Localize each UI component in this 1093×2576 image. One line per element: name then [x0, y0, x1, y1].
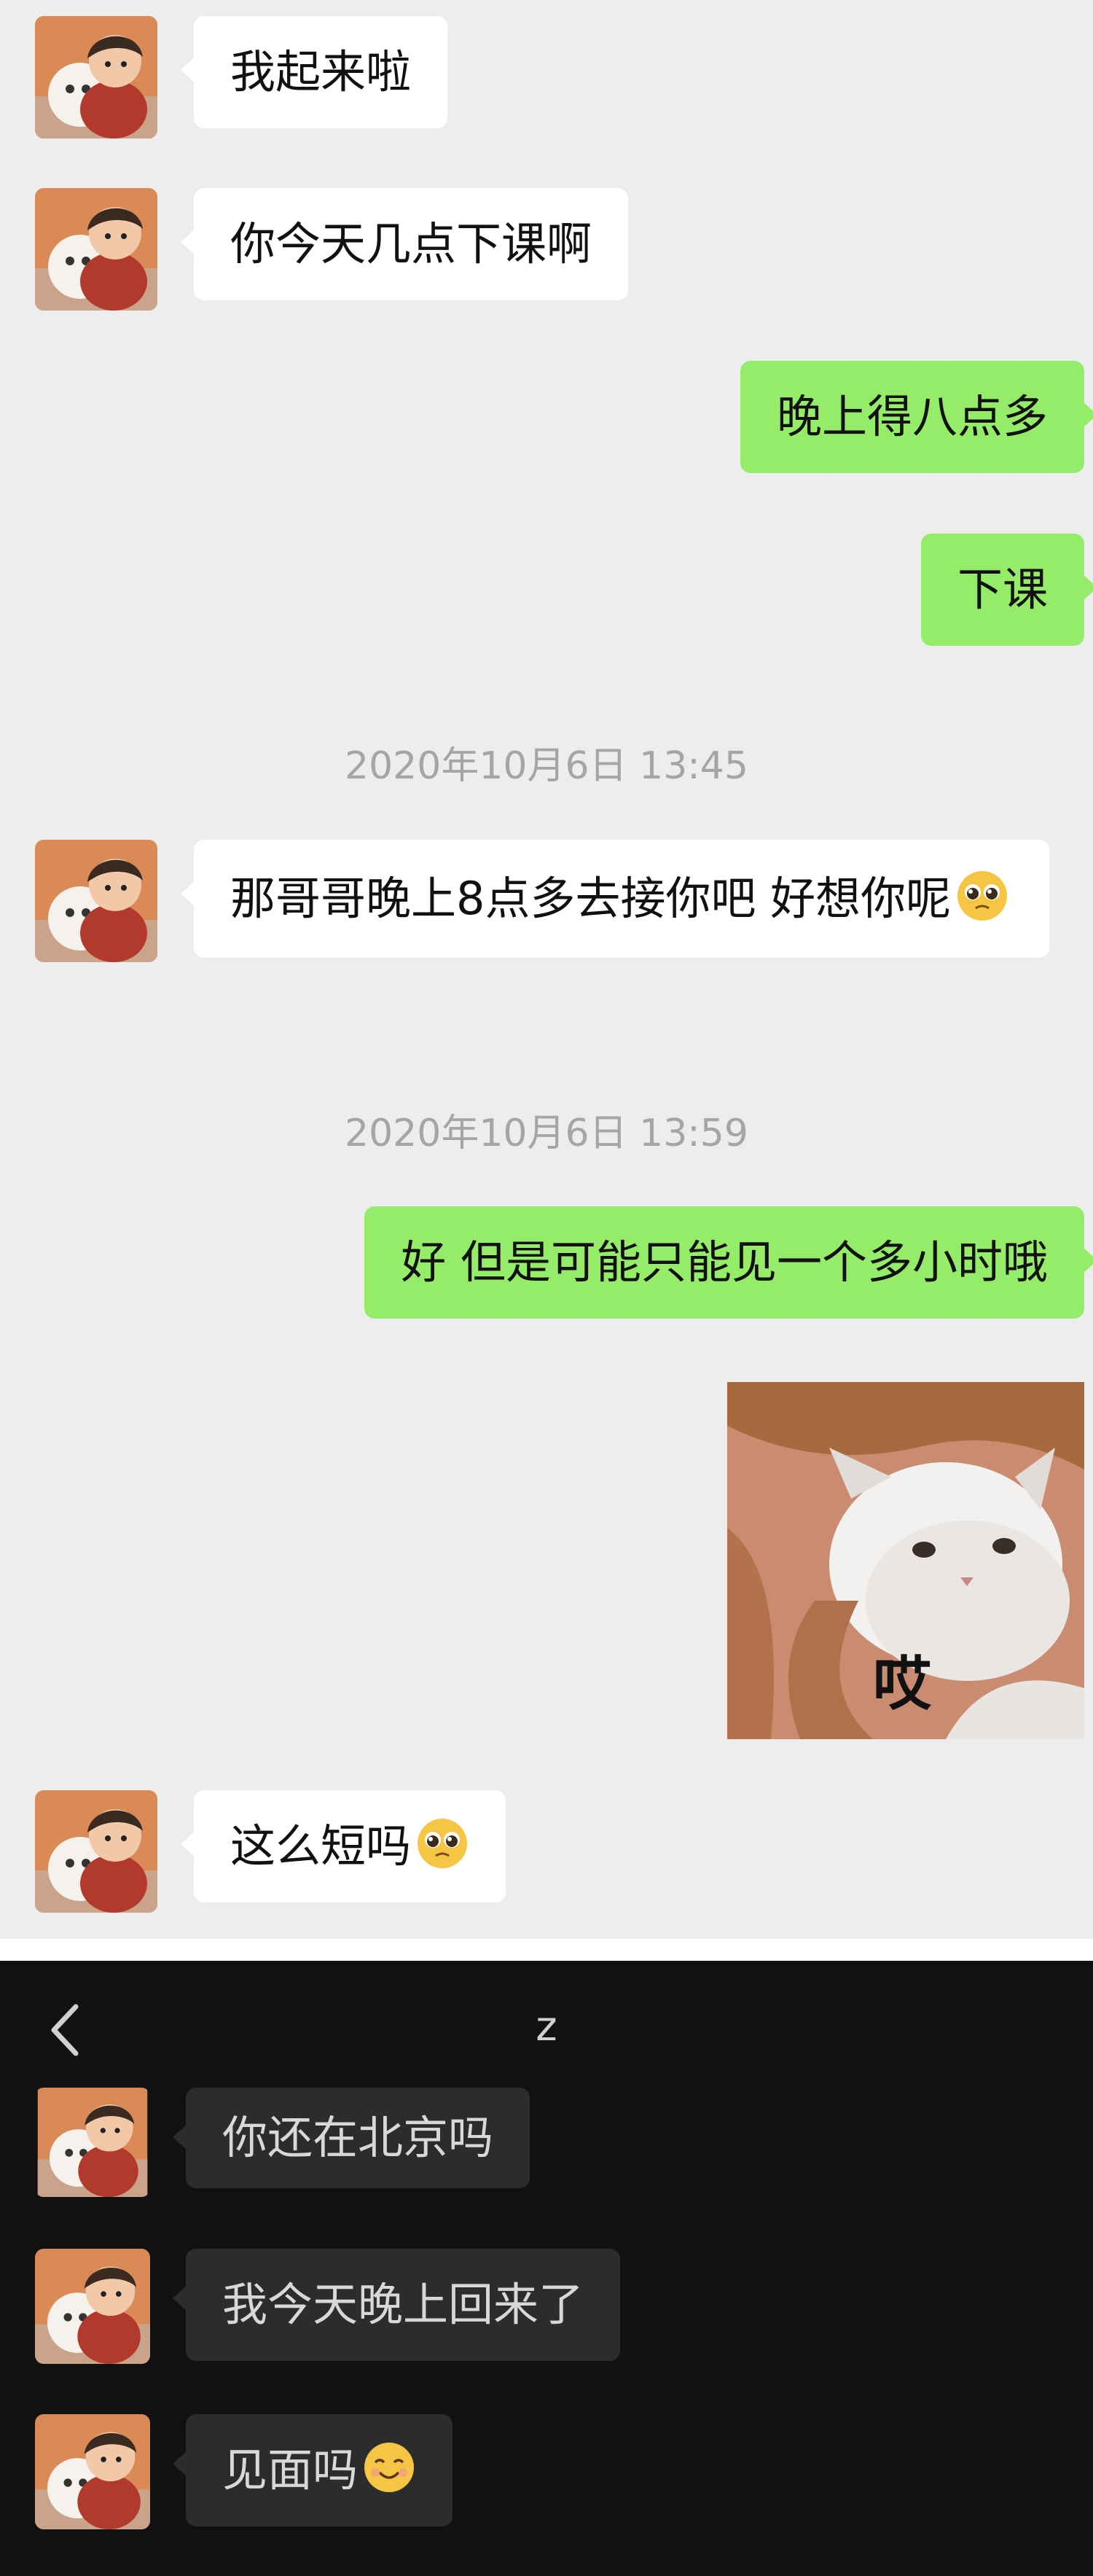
chat-title: z	[536, 2003, 557, 2050]
outgoing-message[interactable]: 好 但是可能只能见一个多小时哦	[364, 1206, 1093, 1319]
incoming-message[interactable]: 我今天晚上回来了	[172, 2249, 621, 2361]
message-text: 见面吗	[222, 2443, 359, 2497]
contact-avatar[interactable]	[35, 16, 157, 138]
incoming-message[interactable]: 那哥哥晚上8点多去接你吧 好想你呢	[181, 840, 1049, 958]
contact-avatar[interactable]	[35, 2414, 150, 2529]
panel-divider	[0, 1939, 1093, 1961]
incoming-message[interactable]: 我起来啦	[180, 16, 448, 128]
pleading-face-icon	[415, 1816, 469, 1870]
contact-avatar[interactable]	[35, 2088, 150, 2197]
incoming-message[interactable]: 你今天几点下课啊	[180, 188, 629, 300]
cat-sticker-image[interactable]: 哎	[727, 1382, 1084, 1739]
message-text: 这么短吗	[230, 1819, 412, 1873]
incoming-message[interactable]: 你还在北京吗	[172, 2088, 530, 2188]
incoming-message[interactable]: 见面吗	[172, 2414, 453, 2526]
smiling-face-icon	[362, 2440, 416, 2494]
timestamp: 2020年10月6日 13:45	[345, 744, 748, 788]
timestamp: 2020年10月6日 13:59	[345, 1112, 748, 1155]
contact-avatar[interactable]	[35, 1790, 157, 1913]
contact-avatar[interactable]	[35, 188, 157, 311]
outgoing-message[interactable]: 下课	[920, 534, 1093, 646]
pleading-face-icon	[955, 869, 1009, 923]
outgoing-message[interactable]: 晚上得八点多	[740, 361, 1093, 473]
message-text: 那哥哥晚上8点多去接你吧 好想你呢	[230, 872, 952, 925]
contact-avatar[interactable]	[35, 840, 157, 962]
contact-avatar[interactable]	[35, 2249, 150, 2364]
incoming-message[interactable]: 这么短吗	[180, 1790, 506, 1902]
sticker-caption: 哎	[873, 1650, 931, 1718]
